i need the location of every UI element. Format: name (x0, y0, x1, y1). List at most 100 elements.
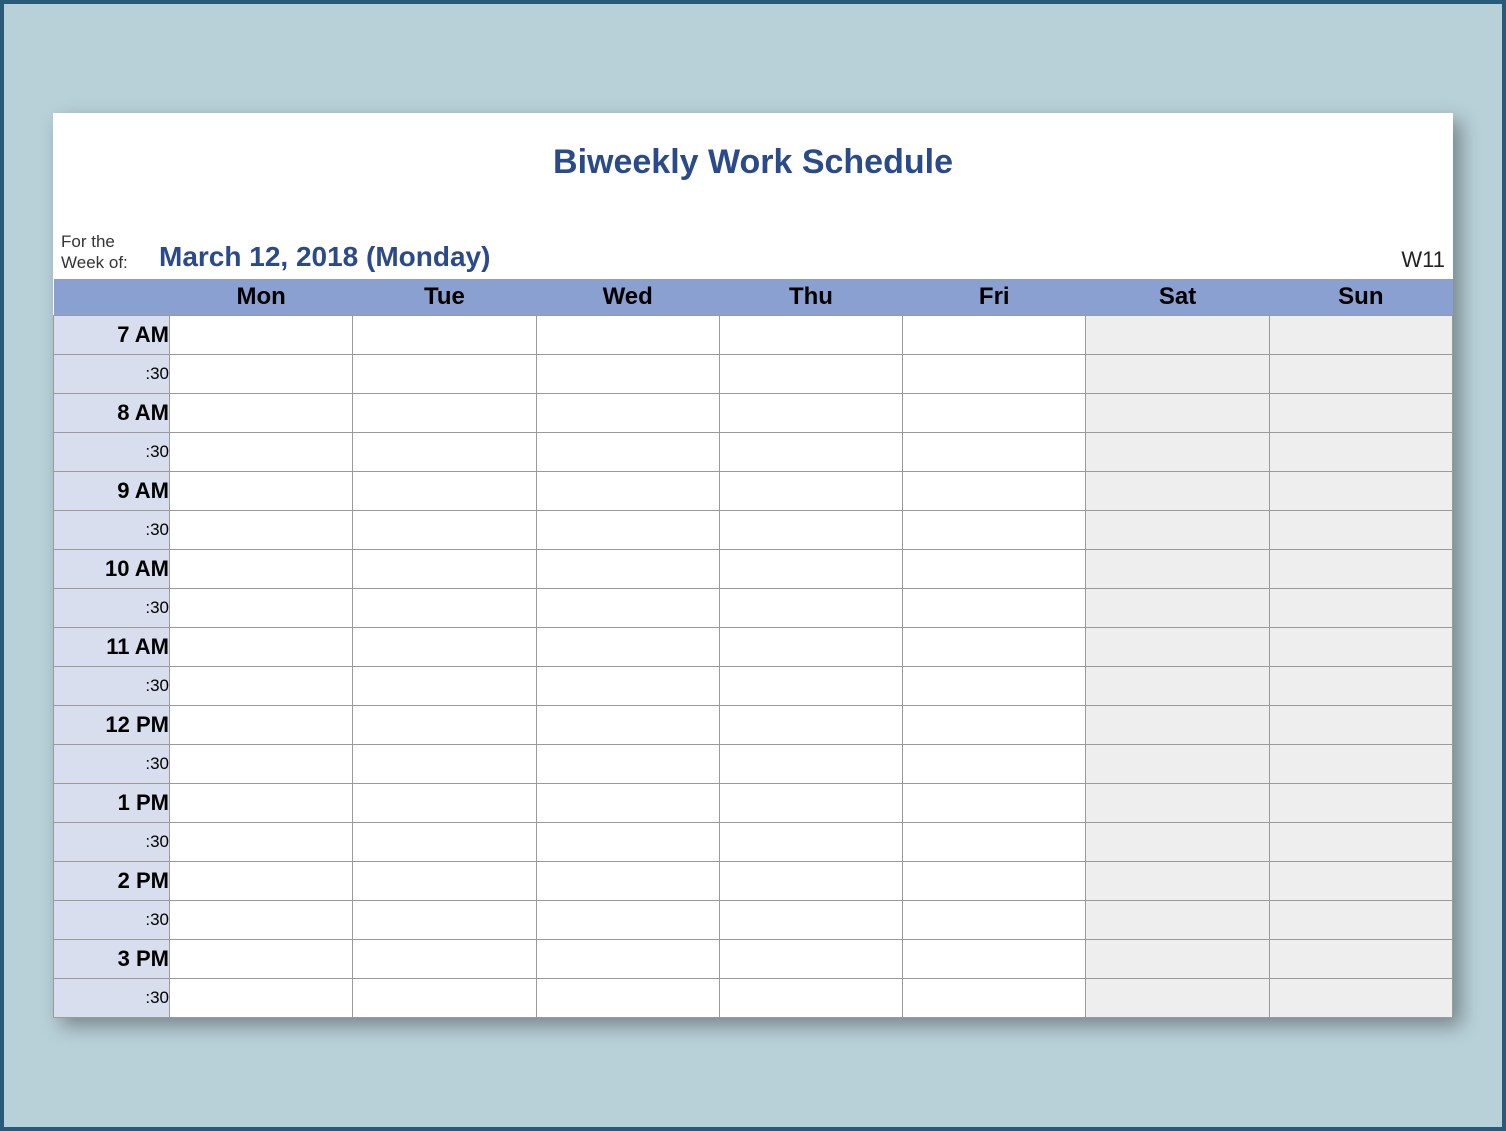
schedule-cell[interactable] (536, 822, 719, 861)
schedule-cell[interactable] (170, 627, 353, 666)
schedule-cell[interactable] (170, 549, 353, 588)
schedule-cell[interactable] (536, 471, 719, 510)
schedule-cell[interactable] (903, 510, 1086, 549)
schedule-cell[interactable] (170, 666, 353, 705)
schedule-cell[interactable] (170, 939, 353, 978)
schedule-cell[interactable] (353, 510, 536, 549)
schedule-cell[interactable] (1086, 471, 1269, 510)
schedule-cell[interactable] (719, 549, 902, 588)
schedule-cell[interactable] (1269, 549, 1452, 588)
schedule-cell[interactable] (1269, 666, 1452, 705)
schedule-cell[interactable] (536, 744, 719, 783)
schedule-cell[interactable] (170, 354, 353, 393)
schedule-cell[interactable] (536, 510, 719, 549)
schedule-cell[interactable] (536, 354, 719, 393)
schedule-cell[interactable] (353, 744, 536, 783)
schedule-cell[interactable] (719, 471, 902, 510)
schedule-cell[interactable] (903, 315, 1086, 354)
schedule-cell[interactable] (1269, 744, 1452, 783)
schedule-cell[interactable] (1269, 588, 1452, 627)
schedule-cell[interactable] (353, 822, 536, 861)
schedule-cell[interactable] (1086, 783, 1269, 822)
schedule-cell[interactable] (903, 432, 1086, 471)
schedule-cell[interactable] (903, 744, 1086, 783)
schedule-cell[interactable] (1086, 939, 1269, 978)
schedule-cell[interactable] (719, 822, 902, 861)
schedule-cell[interactable] (903, 627, 1086, 666)
schedule-cell[interactable] (903, 783, 1086, 822)
schedule-cell[interactable] (1269, 978, 1452, 1017)
schedule-cell[interactable] (353, 393, 536, 432)
schedule-cell[interactable] (719, 783, 902, 822)
schedule-cell[interactable] (353, 705, 536, 744)
schedule-cell[interactable] (353, 315, 536, 354)
schedule-cell[interactable] (536, 315, 719, 354)
schedule-cell[interactable] (1086, 432, 1269, 471)
schedule-cell[interactable] (1086, 861, 1269, 900)
schedule-cell[interactable] (1269, 393, 1452, 432)
schedule-cell[interactable] (1086, 705, 1269, 744)
schedule-cell[interactable] (1269, 510, 1452, 549)
schedule-cell[interactable] (353, 666, 536, 705)
schedule-cell[interactable] (170, 510, 353, 549)
schedule-cell[interactable] (170, 588, 353, 627)
schedule-cell[interactable] (170, 783, 353, 822)
schedule-cell[interactable] (719, 705, 902, 744)
schedule-cell[interactable] (353, 861, 536, 900)
schedule-cell[interactable] (1086, 822, 1269, 861)
schedule-cell[interactable] (353, 588, 536, 627)
schedule-cell[interactable] (353, 549, 536, 588)
schedule-cell[interactable] (903, 549, 1086, 588)
schedule-cell[interactable] (1269, 471, 1452, 510)
schedule-cell[interactable] (719, 315, 902, 354)
schedule-cell[interactable] (353, 939, 536, 978)
schedule-cell[interactable] (170, 978, 353, 1017)
schedule-cell[interactable] (1086, 900, 1269, 939)
schedule-cell[interactable] (719, 627, 902, 666)
schedule-cell[interactable] (719, 510, 902, 549)
schedule-cell[interactable] (170, 705, 353, 744)
schedule-cell[interactable] (719, 861, 902, 900)
schedule-cell[interactable] (1086, 627, 1269, 666)
schedule-cell[interactable] (1269, 627, 1452, 666)
schedule-cell[interactable] (170, 471, 353, 510)
schedule-cell[interactable] (1086, 978, 1269, 1017)
schedule-cell[interactable] (1269, 861, 1452, 900)
schedule-cell[interactable] (903, 588, 1086, 627)
schedule-cell[interactable] (536, 393, 719, 432)
schedule-cell[interactable] (353, 978, 536, 1017)
schedule-cell[interactable] (1269, 822, 1452, 861)
schedule-cell[interactable] (1086, 549, 1269, 588)
schedule-cell[interactable] (170, 744, 353, 783)
schedule-cell[interactable] (353, 432, 536, 471)
schedule-cell[interactable] (170, 432, 353, 471)
schedule-cell[interactable] (719, 432, 902, 471)
schedule-cell[interactable] (719, 900, 902, 939)
schedule-cell[interactable] (170, 393, 353, 432)
schedule-cell[interactable] (903, 861, 1086, 900)
schedule-cell[interactable] (536, 978, 719, 1017)
schedule-cell[interactable] (1086, 744, 1269, 783)
schedule-cell[interactable] (170, 315, 353, 354)
schedule-cell[interactable] (719, 939, 902, 978)
schedule-cell[interactable] (903, 705, 1086, 744)
schedule-cell[interactable] (536, 783, 719, 822)
schedule-cell[interactable] (719, 666, 902, 705)
schedule-cell[interactable] (1086, 588, 1269, 627)
schedule-cell[interactable] (536, 666, 719, 705)
schedule-cell[interactable] (719, 744, 902, 783)
schedule-cell[interactable] (1086, 510, 1269, 549)
schedule-cell[interactable] (353, 627, 536, 666)
schedule-cell[interactable] (719, 978, 902, 1017)
schedule-cell[interactable] (719, 354, 902, 393)
schedule-cell[interactable] (536, 861, 719, 900)
schedule-cell[interactable] (1086, 666, 1269, 705)
schedule-cell[interactable] (903, 978, 1086, 1017)
schedule-cell[interactable] (1086, 354, 1269, 393)
schedule-cell[interactable] (170, 861, 353, 900)
schedule-cell[interactable] (1086, 393, 1269, 432)
schedule-cell[interactable] (1269, 432, 1452, 471)
schedule-cell[interactable] (353, 354, 536, 393)
schedule-cell[interactable] (353, 900, 536, 939)
schedule-cell[interactable] (719, 393, 902, 432)
